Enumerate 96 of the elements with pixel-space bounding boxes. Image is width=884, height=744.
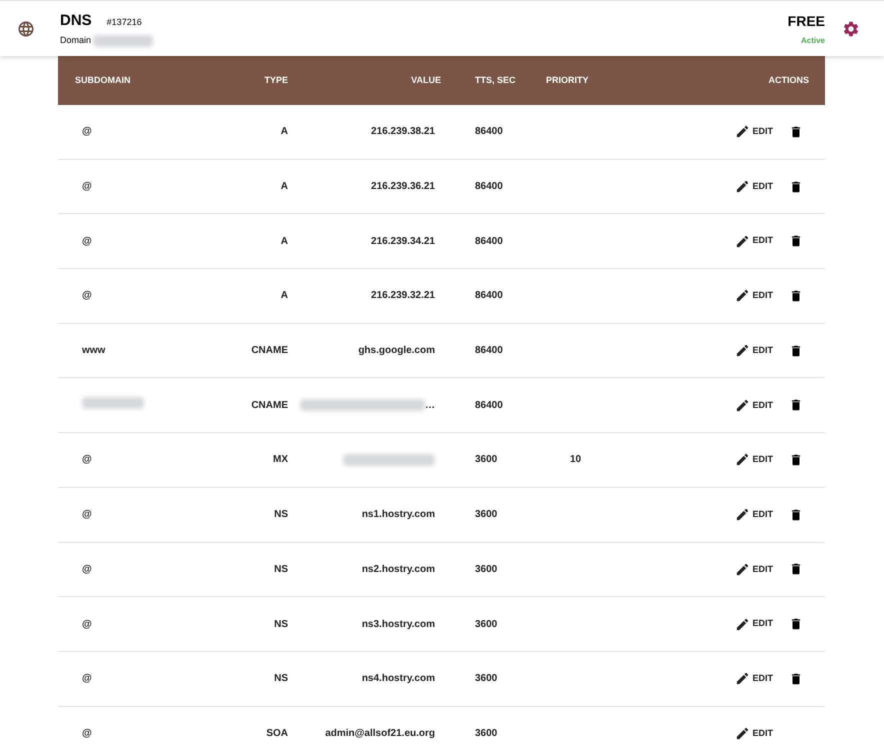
subdomain-cell: www	[82, 345, 106, 356]
type-cell: NS	[274, 509, 288, 520]
subdomain-cell: @	[82, 126, 92, 138]
delete-icon[interactable]	[789, 124, 803, 139]
status-text: Active	[800, 34, 825, 46]
column-header: TTS, SEC	[474, 74, 517, 87]
type-cell: A	[280, 290, 288, 302]
subdomain-cell: @	[82, 618, 92, 630]
edit-button[interactable]: EDIT	[735, 398, 773, 413]
column-header: SUBDOMAIN	[74, 74, 132, 87]
ttl-cell: 3600	[475, 564, 498, 575]
globe-icon	[17, 20, 35, 38]
type-cell: CNAME	[251, 345, 288, 356]
delete-icon[interactable]	[789, 562, 803, 576]
plan-name: FREE	[788, 12, 825, 30]
value-cell-text: 216.239.38.21	[371, 125, 435, 140]
delete-icon[interactable]	[789, 234, 803, 248]
edit-button[interactable]: EDIT	[735, 507, 773, 522]
page-title: DNS	[60, 10, 92, 30]
type-cell: A	[280, 181, 288, 192]
edit-button[interactable]: EDIT	[735, 288, 773, 304]
type-cell: NS	[274, 564, 288, 575]
type-cell: NS	[274, 618, 288, 630]
subdomain-cell: @	[82, 181, 92, 192]
type-cell: NS	[274, 673, 288, 684]
ttl-cell: 3600	[475, 618, 498, 630]
value-cell-text: ns2.hostry.com	[362, 562, 435, 577]
subdomain-cell: @	[82, 673, 92, 684]
pencil-icon	[735, 616, 750, 632]
type-cell: A	[280, 126, 288, 138]
edit-button[interactable]: EDIT	[735, 179, 773, 194]
column-header: PRIORITY	[546, 74, 590, 87]
value-cell-text: 216.239.34.21	[371, 234, 435, 249]
delete-icon[interactable]	[789, 452, 803, 467]
subdomain-cell: @	[82, 236, 92, 247]
edit-button[interactable]: EDIT	[735, 452, 773, 468]
ttl-cell: 86400	[475, 181, 503, 192]
type-cell: A	[280, 236, 288, 247]
priority-cell: 10	[570, 454, 582, 466]
edit-button[interactable]: EDIT	[735, 562, 773, 577]
column-header: TYPE	[263, 74, 288, 87]
ttl-cell: 86400	[475, 345, 503, 356]
pencil-icon	[735, 562, 750, 577]
pencil-icon	[735, 452, 750, 468]
value-cell-text: ns4.hostry.com	[362, 672, 435, 686]
subdomain-cell: @	[82, 290, 92, 302]
column-header: VALUE	[410, 74, 441, 87]
delete-icon[interactable]	[789, 180, 803, 194]
edit-button[interactable]: EDIT	[735, 616, 773, 632]
ttl-cell: 86400	[475, 126, 503, 138]
delete-icon[interactable]	[789, 344, 803, 358]
pencil-icon	[735, 398, 750, 413]
ttl-cell: 86400	[475, 400, 503, 411]
pencil-icon	[735, 726, 750, 741]
value-cell-text: ghs.google.com	[358, 344, 435, 358]
value-cell-text: …	[425, 398, 435, 413]
edit-button[interactable]: EDIT	[735, 726, 773, 741]
value-cell-text: ns1.hostry.com	[362, 508, 435, 522]
record-id: #137216	[106, 16, 142, 28]
delete-icon[interactable]	[789, 288, 803, 303]
subdomain-cell: @	[82, 509, 92, 520]
delete-icon[interactable]	[789, 398, 803, 412]
ttl-cell: 86400	[475, 236, 503, 247]
pencil-icon	[735, 343, 750, 358]
pencil-icon	[735, 507, 750, 522]
value-cell-text: 216.239.32.21	[371, 289, 435, 304]
value-cell-text: admin@allsof21.eu.org	[325, 726, 435, 741]
delete-icon[interactable]	[789, 672, 803, 686]
edit-button[interactable]: EDIT	[735, 671, 773, 686]
edit-button[interactable]: EDIT	[735, 234, 773, 249]
edit-button[interactable]: EDIT	[735, 124, 773, 140]
domain-label: Domain	[60, 34, 92, 47]
subdomain-cell: @	[82, 454, 92, 466]
pencil-icon	[735, 179, 750, 194]
ttl-cell: 3600	[475, 673, 498, 684]
delete-icon[interactable]	[789, 617, 803, 632]
ttl-cell: 86400	[475, 290, 503, 302]
pencil-icon	[735, 288, 750, 304]
value-cell-text: ns3.hostry.com	[362, 618, 435, 632]
pencil-icon	[735, 671, 750, 686]
value-cell-text: 216.239.36.21	[371, 180, 435, 194]
settings-icon[interactable]	[842, 20, 860, 38]
type-cell: CNAME	[251, 400, 288, 411]
column-header: ACTIONS	[768, 74, 810, 87]
edit-button[interactable]: EDIT	[735, 343, 773, 358]
ttl-cell: 3600	[475, 454, 498, 466]
subdomain-cell: @	[82, 728, 92, 739]
type-cell: MX	[273, 454, 288, 466]
ttl-cell: 3600	[475, 509, 498, 520]
pencil-icon	[735, 124, 750, 140]
gear-icon	[842, 20, 860, 38]
ttl-cell: 3600	[475, 728, 498, 739]
delete-icon[interactable]	[789, 508, 803, 522]
pencil-icon	[735, 234, 750, 249]
type-cell: SOA	[266, 728, 288, 739]
subdomain-cell: @	[82, 564, 92, 575]
